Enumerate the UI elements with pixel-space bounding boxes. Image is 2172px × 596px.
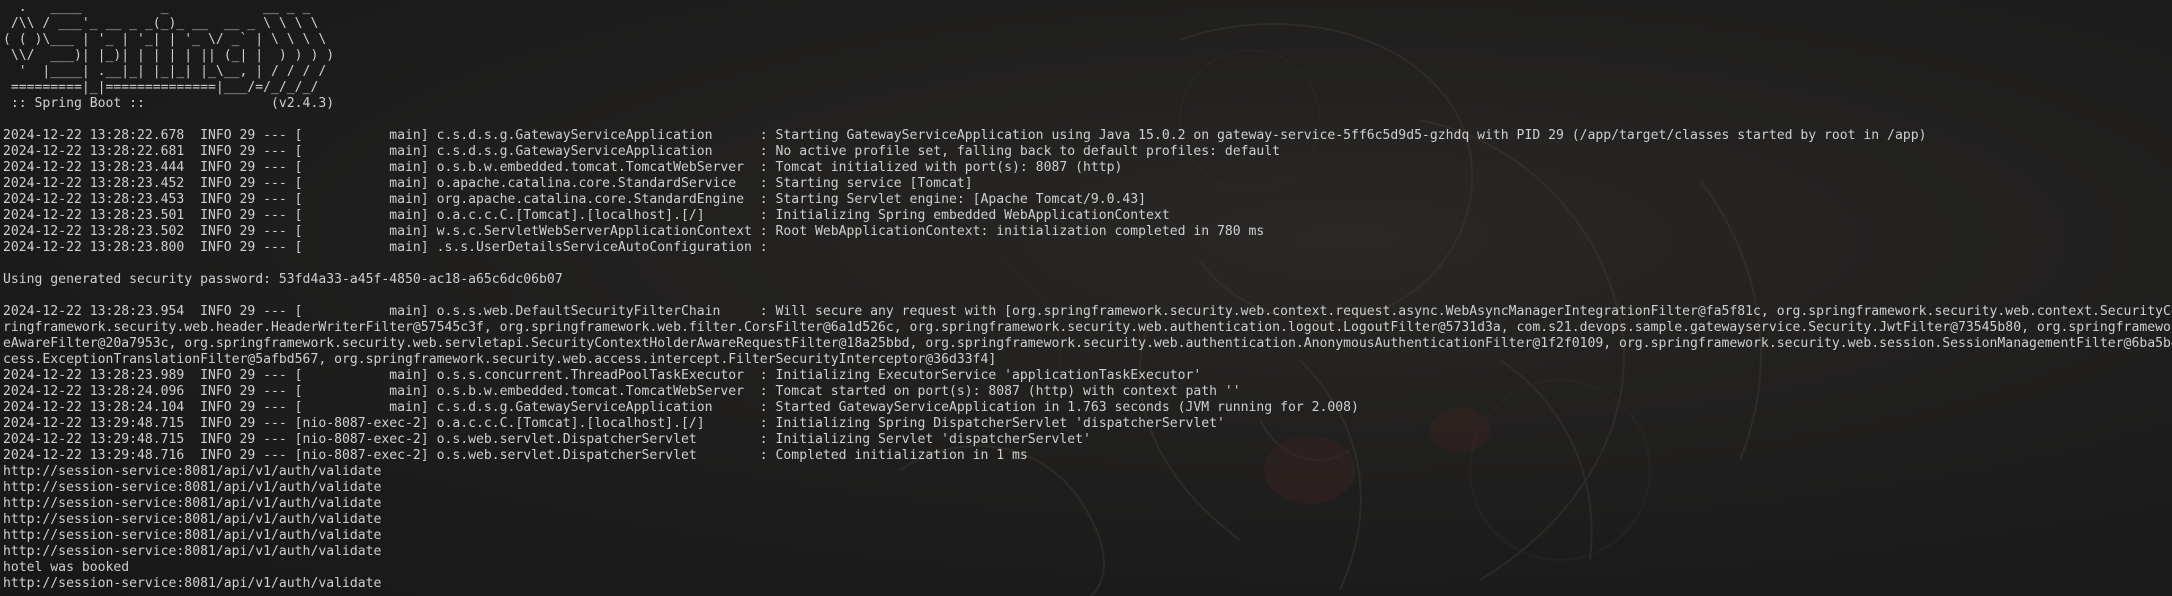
console-output: . ____ _ __ _ _ /\\ / ___'_ __ _ _(_)_ _…: [3, 0, 2172, 592]
log-line: 2024-12-22 13:28:23.989 INFO 29 --- [ ma…: [3, 368, 1202, 383]
output-line: http://session-service:8081/api/v1/auth/…: [3, 480, 382, 495]
ascii-banner-line-6: =========|_|==============|___/=/_/_/_/: [3, 80, 319, 95]
log-line: 2024-12-22 13:28:22.678 INFO 29 --- [ ma…: [3, 128, 1927, 143]
ascii-banner-line-1: . ____ _ __ _ _: [3, 0, 311, 15]
security-password-line: Using generated security password: 53fd4…: [3, 272, 563, 287]
output-line: hotel was booked: [3, 560, 130, 575]
log-line: 2024-12-22 13:29:48.716 INFO 29 --- [nio…: [3, 448, 1028, 463]
terminal-window[interactable]: . ____ _ __ _ _ /\\ / ___'_ __ _ _(_)_ _…: [0, 0, 2172, 596]
output-line: http://session-service:8081/api/v1/auth/…: [3, 528, 382, 543]
output-line: http://session-service:8081/api/v1/auth/…: [3, 576, 382, 591]
log-line: 2024-12-22 13:28:23.502 INFO 29 --- [ ma…: [3, 224, 1265, 239]
output-line: http://session-service:8081/api/v1/auth/…: [3, 512, 382, 527]
log-line: 2024-12-22 13:29:48.715 INFO 29 --- [nio…: [3, 432, 1091, 447]
log-line: 2024-12-22 13:28:24.096 INFO 29 --- [ ma…: [3, 384, 1241, 399]
log-line-wrapped: eAwareFilter@20a7953c, org.springframewo…: [3, 336, 2172, 351]
log-line: 2024-12-22 13:28:23.954 INFO 29 --- [ ma…: [3, 304, 2172, 319]
output-line: http://session-service:8081/api/v1/auth/…: [3, 544, 382, 559]
log-line: 2024-12-22 13:28:23.501 INFO 29 --- [ ma…: [3, 208, 1170, 223]
output-line: http://session-service:8081/api/v1/auth/…: [3, 496, 382, 511]
ascii-banner-line-5: ' |____| .__|_| |_|_| |_\__, | / / / /: [3, 64, 327, 79]
log-line: 2024-12-22 13:28:22.681 INFO 29 --- [ ma…: [3, 144, 1281, 159]
spring-boot-version: :: Spring Boot :: (v2.4.3): [3, 96, 335, 111]
log-line-wrapped: ringframework.security.web.header.Header…: [3, 320, 2172, 335]
output-line: http://session-service:8081/api/v1/auth/…: [3, 464, 382, 479]
log-line: 2024-12-22 13:28:23.452 INFO 29 --- [ ma…: [3, 176, 973, 191]
log-line: 2024-12-22 13:29:48.715 INFO 29 --- [nio…: [3, 416, 1225, 431]
ascii-banner-line-2: /\\ / ___'_ __ _ _(_)_ __ __ _ \ \ \ \: [3, 16, 319, 31]
ascii-banner-line-3: ( ( )\___ | '_ | '_| | '_ \/ _` | \ \ \ …: [3, 32, 327, 47]
log-line: 2024-12-22 13:28:23.444 INFO 29 --- [ ma…: [3, 160, 1123, 175]
ascii-banner-line-4: \\/ ___)| |_)| | | | | || (_| | ) ) ) ): [3, 48, 335, 63]
log-line-wrapped: cess.ExceptionTranslationFilter@5afbd567…: [3, 352, 997, 367]
log-line: 2024-12-22 13:28:23.800 INFO 29 --- [ ma…: [3, 240, 768, 255]
log-line: 2024-12-22 13:28:24.104 INFO 29 --- [ ma…: [3, 400, 1359, 415]
log-line: 2024-12-22 13:28:23.453 INFO 29 --- [ ma…: [3, 192, 1147, 207]
